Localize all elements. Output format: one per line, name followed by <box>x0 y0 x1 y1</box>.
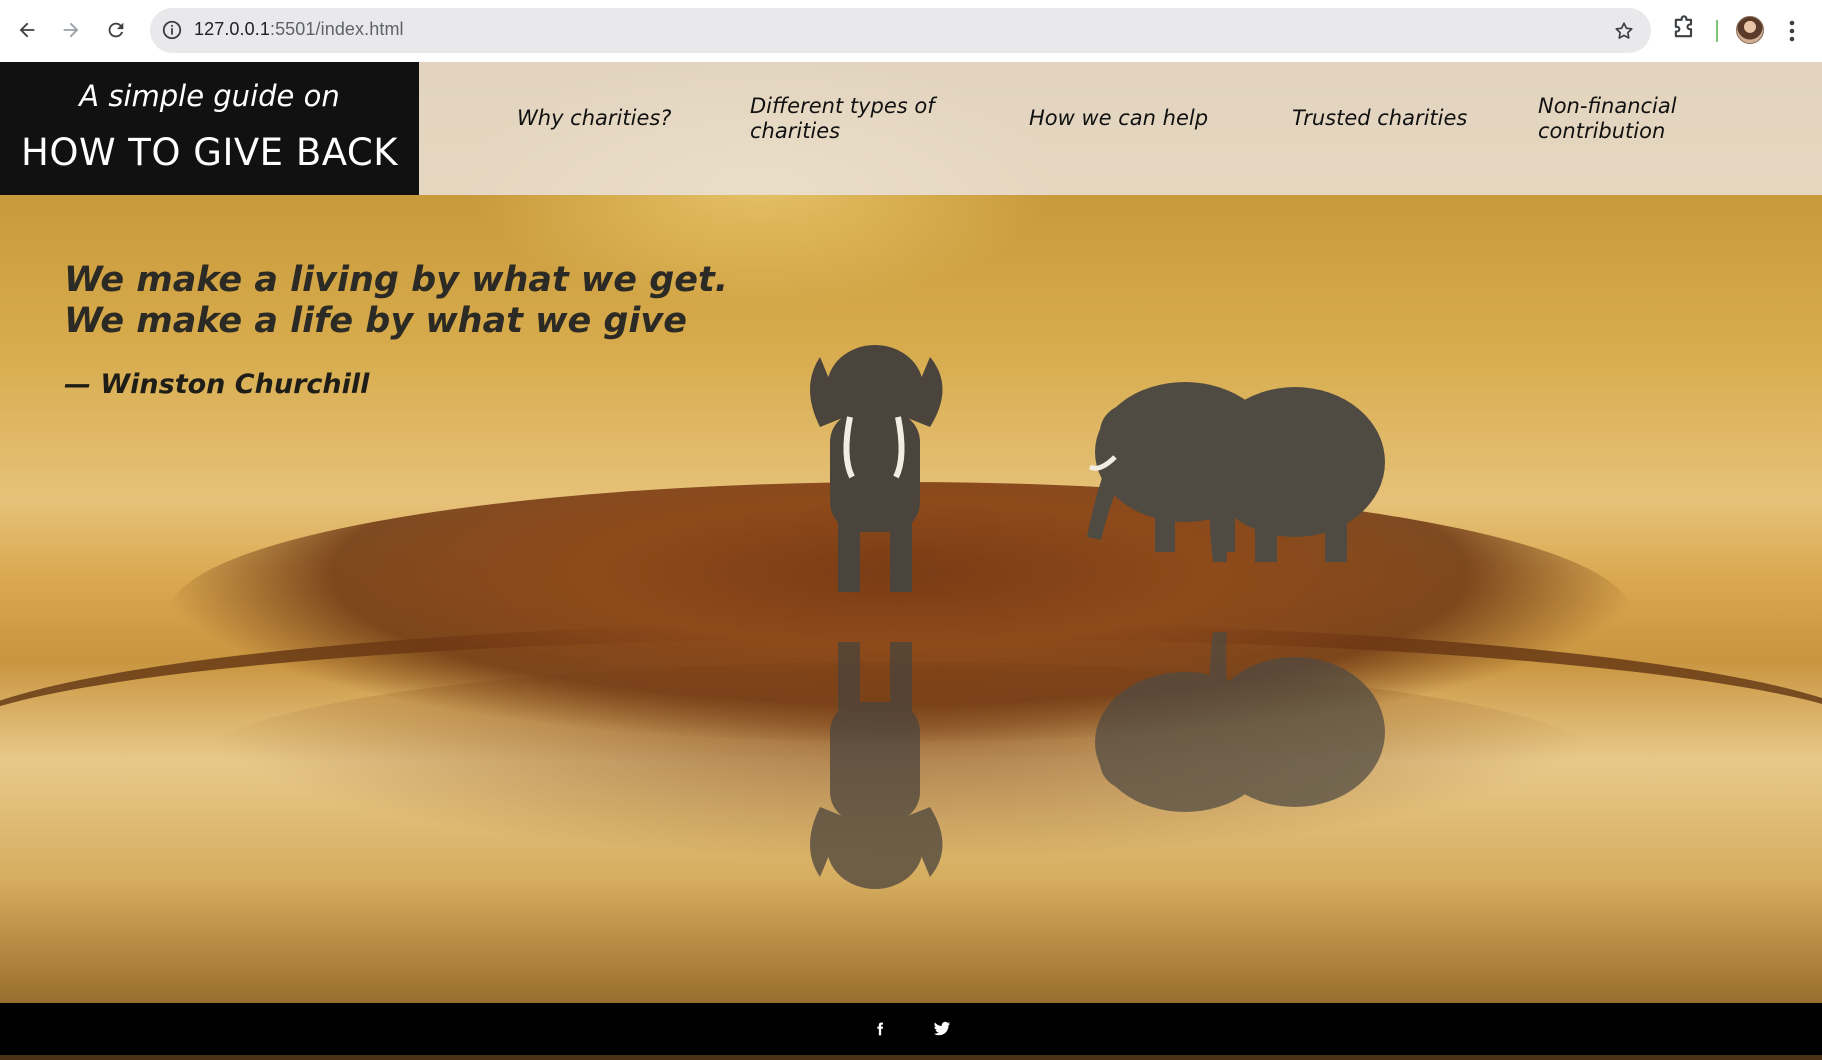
main-navigation: Why charities? Different types of charit… <box>419 62 1822 195</box>
kebab-menu-icon[interactable] <box>1782 16 1802 46</box>
address-bar[interactable]: 127.0.0.1:5501/index.html <box>150 8 1651 53</box>
quote-line-1: We make a living by what we get. <box>64 260 729 300</box>
nav-link-how-we-can-help[interactable]: How we can help <box>1029 106 1229 131</box>
nav-link-trusted-charities[interactable]: Trusted charities <box>1292 106 1492 131</box>
nav-link-types-of-charities[interactable]: Different types of charities <box>750 94 950 144</box>
page-bottom-strip <box>0 1055 1822 1060</box>
hero-quote: We make a living by what we get. We make… <box>64 260 728 342</box>
logo-title: HOW TO GIVE BACK <box>21 131 398 174</box>
quote-line-2: We make a life by what we give <box>64 301 687 341</box>
extensions-puzzle-icon[interactable] <box>1670 14 1700 44</box>
forward-button[interactable] <box>54 13 88 47</box>
page-viewport: A simple guide on HOW TO GIVE BACK Why c… <box>0 62 1822 1060</box>
arrow-left-icon <box>19 22 35 38</box>
twitter-icon[interactable] <box>930 1017 954 1041</box>
hero-background-image <box>0 62 1822 1060</box>
logo-subtitle: A simple guide on <box>79 79 340 113</box>
url-path: :5501/index.html <box>269 19 404 39</box>
site-footer <box>0 1003 1822 1055</box>
toolbar-divider <box>1716 20 1718 42</box>
url-text: 127.0.0.1:5501/index.html <box>194 19 404 40</box>
site-logo[interactable]: A simple guide on HOW TO GIVE BACK <box>0 62 419 195</box>
elephant-group-image <box>1087 382 1385 812</box>
bookmark-star-icon[interactable] <box>1611 18 1637 44</box>
url-host: 127.0.0.1 <box>194 19 270 39</box>
reload-button[interactable] <box>99 13 133 47</box>
browser-toolbar: 127.0.0.1:5501/index.html <box>0 0 1822 62</box>
profile-avatar[interactable] <box>1736 16 1764 44</box>
nav-link-why-charities[interactable]: Why charities? <box>517 106 697 131</box>
facebook-icon[interactable] <box>868 1017 892 1041</box>
reload-icon <box>108 22 124 38</box>
arrow-right-icon <box>63 22 79 38</box>
elephant-left-image <box>810 345 943 889</box>
back-button[interactable] <box>10 13 44 47</box>
site-info-icon[interactable] <box>160 18 184 42</box>
quote-author: — Winston Churchill <box>64 369 370 400</box>
nav-link-non-financial-contribution[interactable]: Non-financial contribution <box>1538 94 1698 144</box>
